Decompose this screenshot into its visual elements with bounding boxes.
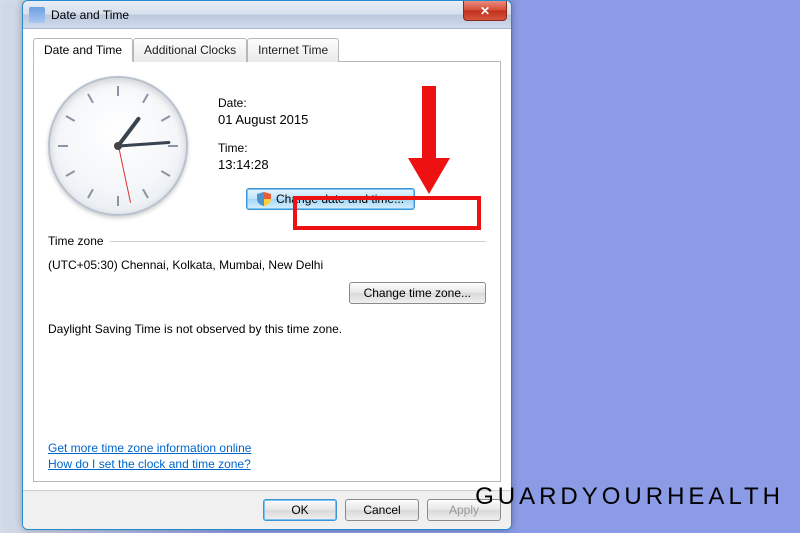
app-icon <box>29 7 45 23</box>
link-label: Get more time zone information online <box>48 441 251 455</box>
close-icon: ✕ <box>480 4 490 18</box>
window-title: Date and Time <box>51 8 129 22</box>
close-button[interactable]: ✕ <box>463 1 507 21</box>
clock-pin <box>114 142 122 150</box>
date-time-window: Date and Time ✕ Date and Time Additional… <box>22 0 512 530</box>
button-label: Cancel <box>363 503 400 517</box>
change-date-time-button[interactable]: Change date and time... <box>246 188 415 210</box>
help-links: Get more time zone information online Ho… <box>48 439 251 471</box>
tab-date-and-time[interactable]: Date and Time <box>33 38 133 62</box>
date-time-info: Date: 01 August 2015 Time: 13:14:28 Chan <box>218 76 415 210</box>
ok-button[interactable]: OK <box>263 499 337 521</box>
dialog-footer: OK Cancel Apply <box>23 490 511 529</box>
date-time-row: Date: 01 August 2015 Time: 13:14:28 Chan <box>48 76 486 216</box>
change-timezone-button[interactable]: Change time zone... <box>349 282 486 304</box>
tab-additional-clocks[interactable]: Additional Clocks <box>133 38 247 62</box>
change-timezone-label: Change time zone... <box>364 286 471 300</box>
watermark-text: GUARDYOURHEALTH <box>475 483 784 511</box>
shield-icon <box>257 192 271 206</box>
clock-face <box>48 76 188 216</box>
titlebar[interactable]: Date and Time ✕ <box>23 1 511 29</box>
button-label: OK <box>291 503 308 517</box>
dst-text: Daylight Saving Time is not observed by … <box>48 322 486 336</box>
change-date-time-label: Change date and time... <box>276 192 404 206</box>
tab-label: Internet Time <box>258 43 328 57</box>
date-label: Date: <box>218 96 415 110</box>
divider <box>110 241 486 242</box>
client-area: Date and Time Additional Clocks Internet… <box>23 29 511 490</box>
link-how-set-clock[interactable]: How do I set the clock and time zone? <box>48 457 251 471</box>
tab-internet-time[interactable]: Internet Time <box>247 38 339 62</box>
analog-clock <box>48 76 188 216</box>
timezone-section-label: Time zone <box>48 234 104 248</box>
link-label: How do I set the clock and time zone? <box>48 457 251 471</box>
tab-label: Date and Time <box>44 43 122 57</box>
time-label: Time: <box>218 141 415 155</box>
link-more-tz-info[interactable]: Get more time zone information online <box>48 441 251 455</box>
date-value: 01 August 2015 <box>218 112 415 127</box>
timezone-value: (UTC+05:30) Chennai, Kolkata, Mumbai, Ne… <box>48 258 486 272</box>
tab-pane: Date: 01 August 2015 Time: 13:14:28 Chan <box>33 62 501 482</box>
minute-hand <box>118 141 170 148</box>
time-value: 13:14:28 <box>218 157 415 172</box>
timezone-section-header: Time zone <box>48 234 486 248</box>
tab-strip: Date and Time Additional Clocks Internet… <box>33 37 501 62</box>
second-hand <box>118 146 131 203</box>
cancel-button[interactable]: Cancel <box>345 499 419 521</box>
tab-label: Additional Clocks <box>144 43 236 57</box>
